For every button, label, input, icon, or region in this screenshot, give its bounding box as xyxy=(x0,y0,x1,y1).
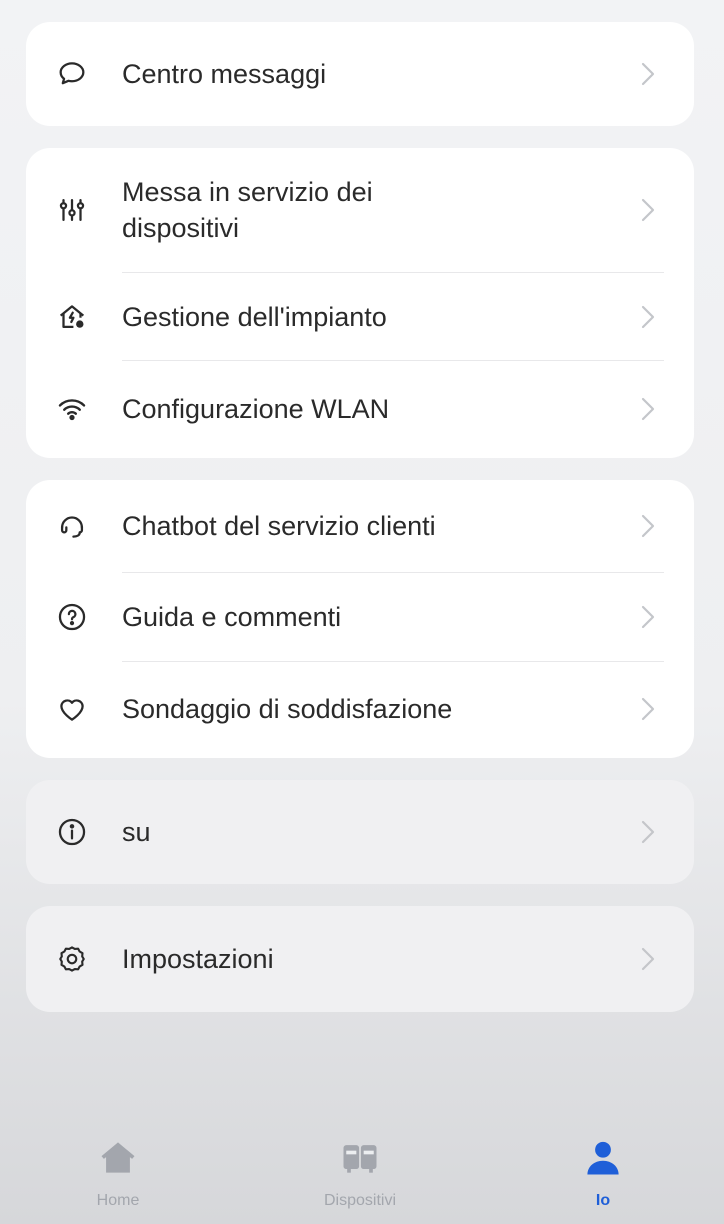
chevron-right-icon xyxy=(641,697,655,721)
tab-dispositivi[interactable]: Dispositivi xyxy=(270,1132,450,1210)
menu-item-chatbot[interactable]: Chatbot del servizio clienti xyxy=(26,480,694,572)
wifi-icon xyxy=(54,391,90,427)
menu-item-label: Chatbot del servizio clienti xyxy=(122,511,436,541)
heart-icon xyxy=(54,691,90,727)
chevron-right-icon xyxy=(641,605,655,629)
menu-item-label: Impostazioni xyxy=(122,944,274,974)
tab-label: Dispositivi xyxy=(323,1192,396,1209)
menu-item-label: Configurazione WLAN xyxy=(122,394,390,424)
devices-card: Messa in servizio dei dispositivi Gestio… xyxy=(26,148,694,458)
home-icon xyxy=(28,1132,208,1184)
menu-item-su[interactable]: su xyxy=(26,780,694,884)
menu-item-label: su xyxy=(122,817,151,847)
tab-io[interactable]: Io xyxy=(513,1132,693,1210)
message-bubble-icon xyxy=(54,56,90,92)
chevron-right-icon xyxy=(641,397,655,421)
help-circle-icon xyxy=(54,599,90,635)
settings-card: Impostazioni xyxy=(26,906,694,1012)
person-icon xyxy=(513,1132,693,1184)
gear-icon xyxy=(54,941,90,977)
menu-item-guida-commenti[interactable]: Guida e commenti xyxy=(26,573,694,661)
tab-label: Home xyxy=(96,1192,140,1209)
menu-item-label: Messa in servizio dei dispositivi xyxy=(122,177,373,243)
menu-item-label: Guida e commenti xyxy=(122,602,342,632)
menu-item-messa-in-servizio[interactable]: Messa in servizio dei dispositivi xyxy=(26,148,694,272)
about-card: su xyxy=(26,780,694,884)
chevron-right-icon xyxy=(641,820,655,844)
menu-item-gestione-impianto[interactable]: Gestione dell'impianto xyxy=(26,273,694,361)
menu-item-label: Sondaggio di soddisfazione xyxy=(122,694,453,724)
chevron-right-icon xyxy=(641,514,655,538)
home-power-icon xyxy=(54,299,90,335)
devices-icon xyxy=(270,1132,450,1184)
bottom-tab-bar: Home Dispositivi Io xyxy=(0,1114,724,1224)
info-circle-icon xyxy=(54,814,90,850)
chevron-right-icon xyxy=(641,305,655,329)
chevron-right-icon xyxy=(641,62,655,86)
menu-item-configurazione-wlan[interactable]: Configurazione WLAN xyxy=(26,361,694,457)
tab-home[interactable]: Home xyxy=(28,1132,208,1210)
menu-item-centro-messaggi[interactable]: Centro messaggi xyxy=(26,22,694,126)
menu-item-label: Gestione dell'impianto xyxy=(122,302,387,332)
chevron-right-icon xyxy=(641,947,655,971)
menu-item-sondaggio[interactable]: Sondaggio di soddisfazione xyxy=(26,662,694,756)
messages-card: Centro messaggi xyxy=(26,22,694,126)
menu-item-impostazioni[interactable]: Impostazioni xyxy=(26,906,694,1012)
support-card: Chatbot del servizio clienti Guida e com… xyxy=(26,480,694,758)
tab-label: Io xyxy=(595,1192,611,1209)
chevron-right-icon xyxy=(641,198,655,222)
headset-icon xyxy=(54,508,90,544)
menu-item-label: Centro messaggi xyxy=(122,59,327,89)
sliders-icon xyxy=(54,192,90,228)
